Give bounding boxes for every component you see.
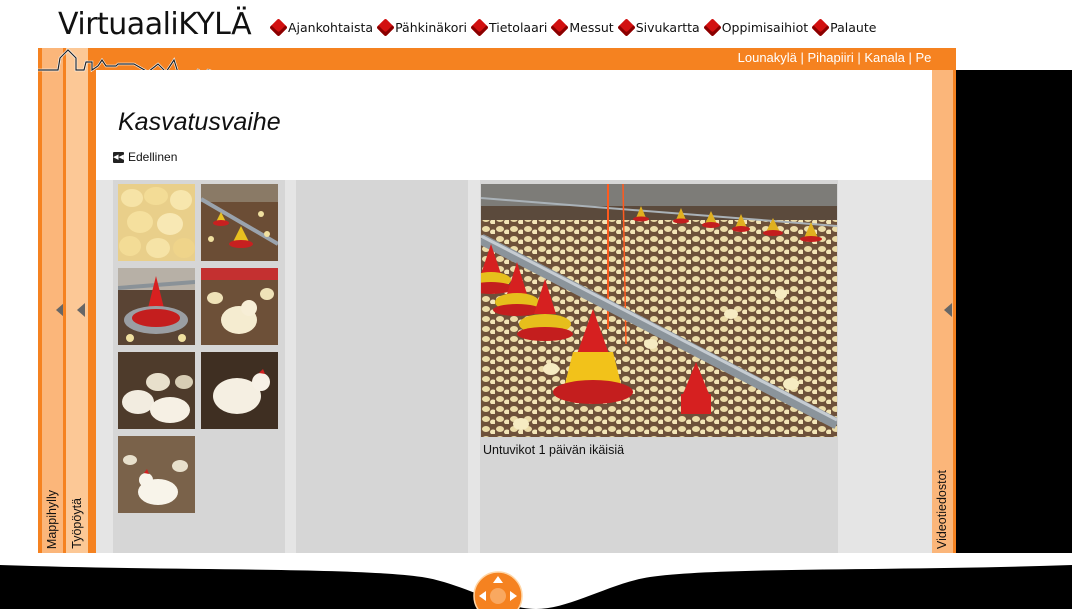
cube-icon [550, 18, 570, 37]
nav-label: Sivukartta [635, 20, 700, 35]
nav-item-tietolaari[interactable]: Tietolaari [470, 18, 548, 37]
videotiedostot-panel-tab[interactable]: Videotiedostot [932, 70, 956, 553]
breadcrumb-lounakyla[interactable]: Lounakylä [738, 50, 797, 65]
cube-icon [376, 18, 395, 37]
tyopoyta-label: Työpöytä [70, 498, 84, 549]
nav-label: Pähkinäkori [395, 20, 467, 35]
nav-label: Messut [569, 20, 614, 35]
page-title: Kasvatusvaihe [118, 108, 281, 136]
nav-item-sivukartta[interactable]: Sivukartta [616, 18, 700, 37]
breadcrumb-separator: | [853, 50, 865, 65]
navigation-pad[interactable] [473, 571, 523, 609]
breadcrumb-separator: | [796, 50, 808, 65]
nav-item-oppimisaihiot[interactable]: Oppimisaihiot [703, 18, 809, 37]
nav-item-ajankohtaista[interactable]: Ajankohtaista [269, 18, 374, 37]
thumbnail-feeder-closeup[interactable] [118, 268, 195, 345]
cube-icon [616, 18, 636, 37]
nav-label: Oppimisaihiot [721, 20, 809, 35]
videotiedostot-label: Videotiedostot [935, 470, 949, 549]
site-logo[interactable]: VirtuaaliKYLÄ [58, 7, 252, 43]
thumbnail-chickens-floor[interactable] [118, 436, 195, 513]
right-blank-area [956, 70, 1072, 553]
thumbnail-feeders-row[interactable] [201, 184, 278, 261]
cube-icon [703, 18, 722, 37]
main-photo [481, 184, 837, 437]
previous-button[interactable]: ◀◀ Edellinen [113, 150, 177, 164]
bottom-wave-decoration [0, 553, 1072, 609]
thumbnail-single-hen[interactable] [201, 352, 278, 429]
arrow-left-icon[interactable] [77, 303, 85, 317]
nav-label: Palaute [830, 20, 877, 35]
thumbnail-chicks-closeup[interactable] [118, 184, 195, 261]
breadcrumb-kanala[interactable]: Kanala [864, 50, 904, 65]
breadcrumb-separator: | [904, 50, 916, 65]
nav-item-palaute[interactable]: Palaute [811, 18, 877, 37]
mappihylly-panel-tab[interactable]: Mappihylly [38, 48, 64, 553]
previous-label: Edellinen [128, 150, 178, 164]
arrow-left-icon[interactable] [944, 303, 952, 317]
cube-icon [470, 18, 489, 37]
middle-panel [296, 180, 468, 553]
cube-icon [811, 18, 830, 37]
mappihylly-label: Mappihylly [45, 489, 59, 549]
image-caption: Untuvikot 1 päivän ikäisiä [483, 443, 625, 457]
nav-label: Ajankohtaista [288, 20, 374, 35]
nav-label: Tietolaari [488, 20, 548, 35]
rewind-icon: ◀◀ [113, 151, 124, 163]
top-navigation: Ajankohtaista Pähkinäkori Tietolaari Mes… [269, 18, 877, 37]
tyopoyta-panel-tab[interactable]: Työpöytä [63, 48, 88, 553]
breadcrumb-pihapiiri[interactable]: Pihapiiri [808, 50, 854, 65]
nav-item-messut[interactable]: Messut [550, 18, 614, 37]
nav-item-pahkinakori[interactable]: Pähkinäkori [376, 18, 467, 37]
thumbnail-hens-group[interactable] [118, 352, 195, 429]
cube-icon [269, 18, 288, 37]
frame-left [88, 48, 96, 553]
breadcrumb: Lounakylä | Pihapiiri | Kanala | Pellot [738, 50, 948, 65]
right-panel [850, 180, 932, 553]
thumbnail-chicks-feeder[interactable] [201, 268, 278, 345]
